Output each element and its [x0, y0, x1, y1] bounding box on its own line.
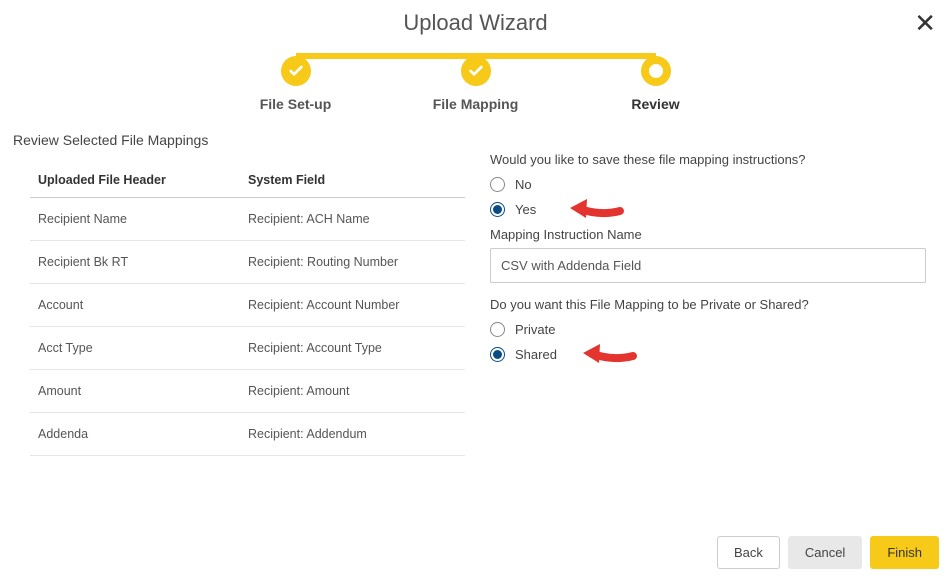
radio-row-private[interactable]: Private [490, 322, 926, 337]
modal-title: Upload Wizard [0, 10, 951, 36]
mapping-name-label: Mapping Instruction Name [490, 227, 926, 242]
cell-uploaded-header: Recipient Name [30, 198, 240, 241]
cell-system-field: Recipient: Account Type [240, 327, 465, 370]
left-panel: Review Selected File Mappings Uploaded F… [10, 132, 480, 456]
table-row: Recipient Bk RTRecipient: Routing Number [30, 241, 465, 284]
step-label: Review [631, 96, 679, 112]
cancel-button[interactable]: Cancel [788, 536, 862, 569]
cell-uploaded-header: Acct Type [30, 327, 240, 370]
modal-header: Upload Wizard ✕ [0, 0, 951, 41]
radio-shared[interactable] [490, 347, 505, 362]
step-label: File Mapping [433, 96, 519, 112]
cell-system-field: Recipient: Addendum [240, 413, 465, 456]
step-label: File Set-up [260, 96, 332, 112]
footer: Back Cancel Finish [717, 536, 939, 569]
check-icon [288, 63, 304, 79]
back-button[interactable]: Back [717, 536, 780, 569]
cell-uploaded-header: Account [30, 284, 240, 327]
section-title: Review Selected File Mappings [10, 132, 460, 148]
stepper-bar [476, 53, 656, 59]
radio-row-shared[interactable]: Shared [490, 347, 926, 362]
table-row: AmountRecipient: Amount [30, 370, 465, 413]
cell-system-field: Recipient: Amount [240, 370, 465, 413]
step-review: Review [566, 56, 746, 112]
table-row: AccountRecipient: Account Number [30, 284, 465, 327]
cell-uploaded-header: Addenda [30, 413, 240, 456]
radio-shared-label: Shared [515, 347, 557, 362]
step-file-setup: File Set-up [206, 56, 386, 112]
col-system-field: System Field [240, 163, 465, 198]
cell-uploaded-header: Amount [30, 370, 240, 413]
close-icon[interactable]: ✕ [914, 10, 936, 36]
step-circle-done [281, 56, 311, 86]
finish-button[interactable]: Finish [870, 536, 939, 569]
stepper: File Set-up File Mapping Review [196, 41, 756, 122]
table-row: Recipient NameRecipient: ACH Name [30, 198, 465, 241]
cell-uploaded-header: Recipient Bk RT [30, 241, 240, 284]
stepper-bar [296, 53, 476, 59]
step-circle-done [461, 56, 491, 86]
table-row: AddendaRecipient: Addendum [30, 413, 465, 456]
col-uploaded-header: Uploaded File Header [30, 163, 240, 198]
content: Review Selected File Mappings Uploaded F… [0, 122, 951, 456]
save-question: Would you like to save these file mappin… [490, 152, 926, 167]
annotation-arrow-icon [578, 341, 638, 371]
right-panel: Would you like to save these file mappin… [480, 132, 941, 456]
annotation-arrow-icon [565, 196, 625, 226]
check-icon [468, 63, 484, 79]
radio-private[interactable] [490, 322, 505, 337]
cell-system-field: Recipient: Routing Number [240, 241, 465, 284]
radio-yes-label: Yes [515, 202, 536, 217]
mapping-table: Uploaded File Header System Field Recipi… [30, 163, 465, 456]
radio-private-label: Private [515, 322, 555, 337]
mapping-name-input[interactable] [490, 248, 926, 283]
radio-no[interactable] [490, 177, 505, 192]
table-row: Acct TypeRecipient: Account Type [30, 327, 465, 370]
cell-system-field: Recipient: ACH Name [240, 198, 465, 241]
radio-no-label: No [515, 177, 532, 192]
step-circle-current [641, 56, 671, 86]
radio-row-yes[interactable]: Yes [490, 202, 926, 217]
radio-row-no[interactable]: No [490, 177, 926, 192]
step-file-mapping: File Mapping [386, 56, 566, 112]
visibility-question: Do you want this File Mapping to be Priv… [490, 297, 926, 312]
cell-system-field: Recipient: Account Number [240, 284, 465, 327]
radio-yes[interactable] [490, 202, 505, 217]
